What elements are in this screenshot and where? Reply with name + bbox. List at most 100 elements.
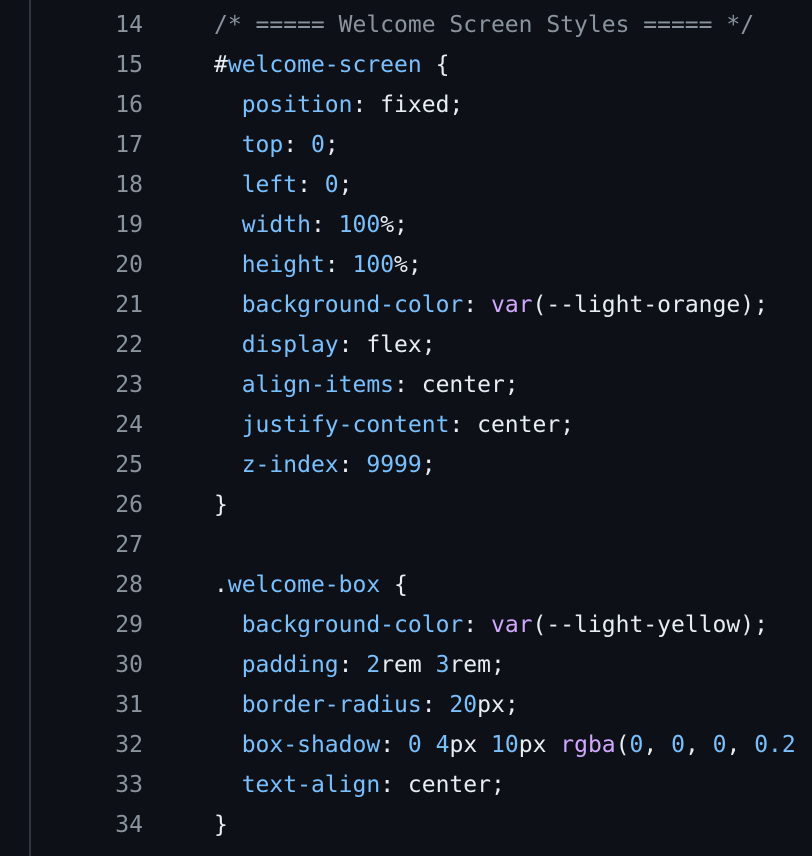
line-code: width: 100%; <box>214 205 408 245</box>
code-token: 0 <box>671 732 685 758</box>
code-token: border-radius <box>241 692 422 718</box>
line-number: 21 <box>115 292 143 318</box>
code-token: , <box>643 732 672 758</box>
code-token: text-align <box>241 772 381 798</box>
code-token: 100 <box>338 212 381 238</box>
code-token: %; <box>380 212 408 238</box>
code-token: %; <box>394 252 422 278</box>
code-token: : flex; <box>338 332 436 358</box>
code-token: , <box>726 732 755 758</box>
line-code: height: 100%; <box>214 245 422 285</box>
code-token: : center; <box>449 412 575 438</box>
code-token: } <box>214 812 228 838</box>
line-number: 16 <box>115 92 143 118</box>
line-number: 22 <box>115 332 143 358</box>
code-token: background-color <box>241 292 464 318</box>
line-code: background-color: var(--light-orange); <box>214 285 768 325</box>
line-code: z-index: 9999; <box>214 445 436 485</box>
line-number: 15 <box>115 52 143 78</box>
code-token: px <box>518 732 561 758</box>
line-number: 26 <box>115 492 143 518</box>
line-code: padding: 2rem 3rem; <box>214 645 505 685</box>
code-token: : <box>338 652 367 678</box>
code-token: left <box>241 172 298 198</box>
code-token: ; <box>421 452 436 478</box>
code-token: ; <box>324 132 339 158</box>
line-code: #welcome-screen { <box>214 45 449 85</box>
code-token: top <box>241 132 284 158</box>
code-token: 0 <box>712 732 727 758</box>
code-token: z-index <box>241 452 339 478</box>
line-code: left: 0; <box>214 165 353 205</box>
code-token: ; <box>338 172 353 198</box>
code-token: 10 <box>491 732 519 758</box>
line-code: } <box>214 805 228 845</box>
code-token: 0.2 <box>754 732 796 758</box>
line-code: } <box>214 485 228 525</box>
code-token: welcome-box <box>227 572 381 598</box>
code-token: : <box>283 132 311 158</box>
line-number: 18 <box>115 172 143 198</box>
line-number: 27 <box>115 532 143 558</box>
code-token: : <box>310 212 339 238</box>
code-token: : fixed; <box>352 92 464 118</box>
line-number: 28 <box>115 572 143 598</box>
code-editor[interactable]: 14 /* ===== Welcome Screen Styles ===== *… <box>0 0 812 856</box>
code-token: rgba <box>560 732 616 758</box>
code-token: display <box>241 332 339 358</box>
line-number: 24 <box>115 412 143 438</box>
line-code: text-align: center; <box>214 765 505 805</box>
line-code: border-radius: 20px; <box>214 685 519 725</box>
code-token: : <box>463 292 491 318</box>
code-token: padding <box>241 652 339 678</box>
code-token: 0 <box>629 732 644 758</box>
code-token: : <box>338 452 367 478</box>
code-token: px <box>449 732 492 758</box>
code-token: : <box>463 612 491 638</box>
code-token: position <box>241 92 353 118</box>
line-number: 33 <box>115 772 143 798</box>
code-token: 100 <box>352 252 395 278</box>
code-token: : <box>297 172 325 198</box>
code-token: 4 <box>435 732 450 758</box>
code-token: background-color <box>241 612 464 638</box>
code-token: align-items <box>241 372 395 398</box>
line-code: /* ===== Welcome Screen Styles ===== */ <box>214 5 754 45</box>
code-token: : <box>421 692 450 718</box>
code-token: : center; <box>394 372 519 398</box>
code-token: { <box>380 572 408 598</box>
line-number: 34 <box>115 812 143 838</box>
line-code: justify-content: center; <box>214 405 574 445</box>
line-code: box-shadow: 0 4px 10px rgba(0, 0, 0, 0.2 <box>214 725 796 765</box>
code-token: width <box>241 212 311 238</box>
code-token: } <box>214 492 228 518</box>
code-token: 3 <box>435 652 450 678</box>
code-token: ( <box>615 732 630 758</box>
code-token: 2 <box>366 652 381 678</box>
line-code: top: 0; <box>214 125 339 165</box>
code-token: 0 <box>324 172 339 198</box>
line-number: 32 <box>115 732 143 758</box>
code-token: px; <box>477 692 519 718</box>
line-number: 14 <box>115 12 143 38</box>
code-token: : <box>380 732 408 758</box>
code-token: , <box>684 732 713 758</box>
code-token: var <box>490 612 533 638</box>
line-code: .welcome-box { <box>214 565 408 605</box>
code-token: var <box>490 292 533 318</box>
line-number: 20 <box>115 252 143 278</box>
line-code: align-items: center; <box>214 365 519 405</box>
line-number: 17 <box>115 132 143 158</box>
code-token: rem; <box>449 652 505 678</box>
line-number: 31 <box>115 692 143 718</box>
code-token: # <box>214 52 228 78</box>
